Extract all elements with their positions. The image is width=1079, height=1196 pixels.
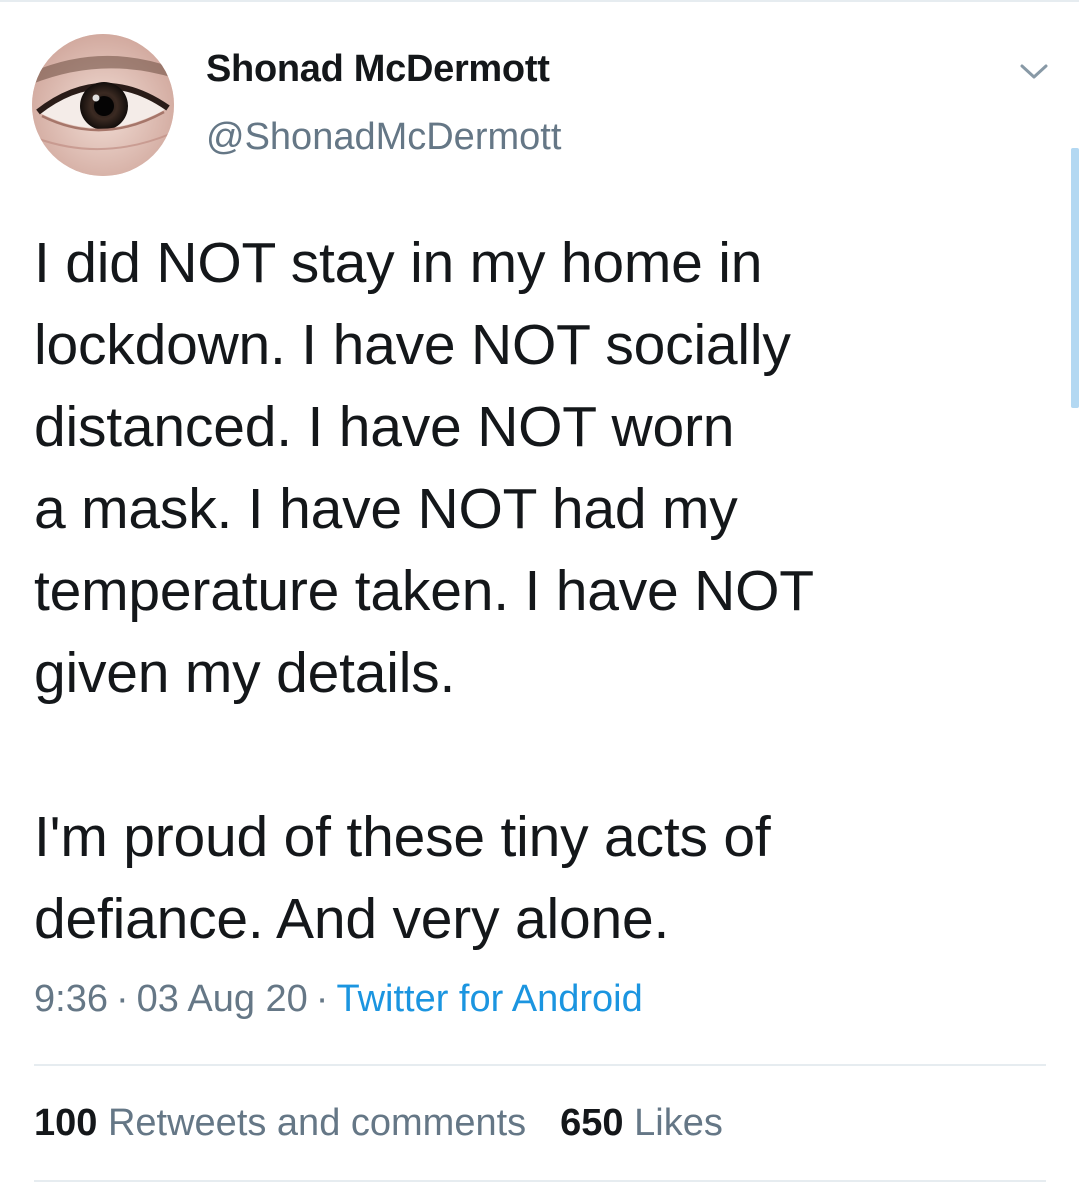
scrollbar[interactable] xyxy=(1071,148,1079,408)
likes-stat[interactable]: 650 Likes xyxy=(560,1102,723,1144)
tweet-stats: 100 Retweets and comments 650 Likes xyxy=(34,1102,723,1145)
meta-separator: · xyxy=(115,978,129,1020)
chevron-down-icon[interactable] xyxy=(1016,56,1052,86)
author-handle[interactable]: @ShonadMcDermott xyxy=(206,116,561,159)
retweets-stat[interactable]: 100 Retweets and comments xyxy=(34,1102,526,1144)
meta-separator: · xyxy=(315,978,329,1020)
tweet-meta: 9:36 · 03 Aug 20 · Twitter for Android xyxy=(34,978,643,1021)
stats-divider-bottom xyxy=(34,1180,1046,1182)
tweet-time: 9:36 xyxy=(34,978,108,1020)
stats-divider-top xyxy=(34,1064,1046,1066)
eye-avatar-image xyxy=(32,34,174,176)
tweet-source-link[interactable]: Twitter for Android xyxy=(336,978,642,1020)
avatar[interactable] xyxy=(32,34,174,176)
retweets-count: 100 xyxy=(34,1102,98,1144)
tweet-text: I did NOT stay in my home in lockdown. I… xyxy=(34,231,814,951)
likes-count: 650 xyxy=(560,1102,624,1144)
retweets-label: Retweets and comments xyxy=(107,1102,527,1144)
tweet-date: 03 Aug 20 xyxy=(136,978,308,1020)
likes-label: Likes xyxy=(634,1102,723,1144)
top-divider xyxy=(0,0,1079,2)
author-display-name[interactable]: Shonad McDermott xyxy=(206,48,550,91)
